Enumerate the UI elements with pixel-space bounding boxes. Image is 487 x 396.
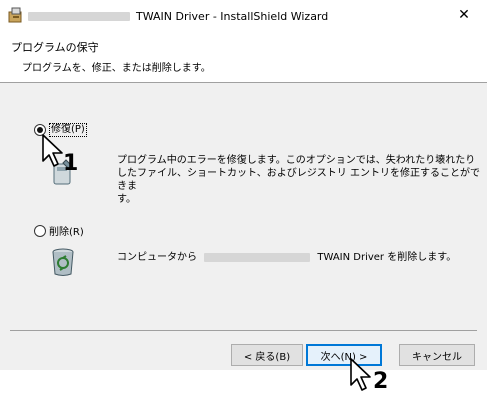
cancel-button[interactable]: キャンセル	[399, 344, 475, 366]
remove-description-suffix: TWAIN Driver を削除します。	[317, 252, 457, 263]
header-subtitle: プログラムを、修正、または削除します。	[22, 63, 211, 74]
repair-description-line-2: したファイル、ショートカット、およびレジストリ エントリを修正することができま	[117, 168, 480, 192]
window-title: TWAIN Driver - InstallShield Wizard	[28, 9, 328, 23]
title-bar: TWAIN Driver - InstallShield Wizard ✕	[0, 0, 487, 30]
close-button[interactable]: ✕	[441, 0, 487, 30]
redacted-product-name	[28, 11, 130, 21]
remove-radio-option[interactable]: 削除(R)	[34, 223, 84, 238]
pointer-cursor-icon	[350, 358, 371, 391]
installer-app-icon	[8, 7, 22, 23]
window-title-text: TWAIN Driver - InstallShield Wizard	[136, 9, 329, 23]
step-number-2: 2	[373, 369, 389, 394]
remove-label: 削除(R)	[49, 227, 84, 238]
back-button[interactable]: < 戻る(B)	[231, 344, 303, 366]
wizard-header: プログラムの保守 プログラムを、修正、または削除します。	[0, 30, 487, 83]
repair-description: プログラム中のエラーを修復します。このオプションでは、失われたり壊れたり したフ…	[117, 154, 487, 206]
remove-description-prefix: コンピュータから	[117, 252, 197, 263]
remove-description: コンピュータから TWAIN Driver を削除します。	[117, 251, 456, 264]
recycle-bin-icon	[52, 248, 74, 276]
installshield-wizard-window: TWAIN Driver - InstallShield Wizard ✕ プロ…	[0, 0, 487, 370]
step-number-1: 1	[63, 151, 79, 176]
redacted-product-name	[204, 252, 311, 262]
repair-description-line-1: プログラム中のエラーを修復します。このオプションでは、失われたり壊れたり	[117, 155, 476, 166]
footer-separator	[10, 330, 477, 331]
close-icon: ✕	[458, 7, 470, 23]
header-title: プログラムの保守	[11, 41, 99, 54]
remove-radio-button[interactable]	[34, 224, 46, 237]
repair-description-line-3: す。	[117, 194, 136, 205]
